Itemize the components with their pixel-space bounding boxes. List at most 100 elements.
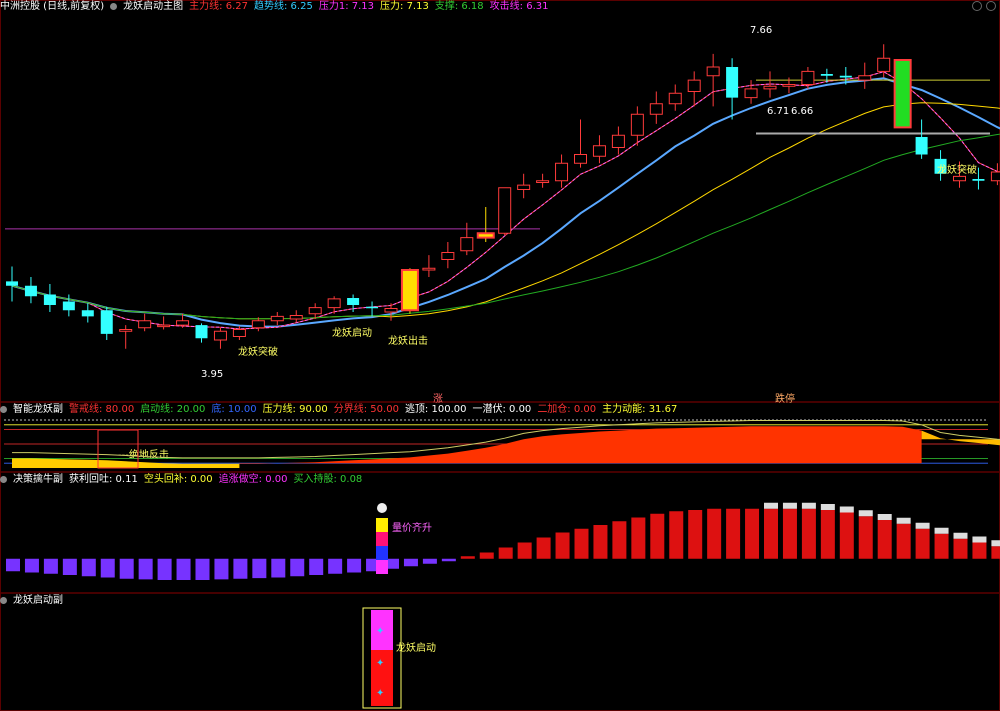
candle-body (649, 103, 663, 115)
chart-border (0, 0, 1000, 711)
sub2-bar (991, 546, 1000, 559)
sub2-bar-cap (858, 510, 873, 517)
sub2-bar-cap (877, 514, 892, 520)
candle-body (195, 325, 208, 339)
sub2-signal-block (376, 560, 388, 574)
butterfly-icon: ✦ (376, 688, 384, 699)
sub2-bar-cap (915, 522, 930, 529)
sub2-bar (214, 558, 229, 580)
candle-body (119, 329, 133, 332)
sub2-bar (138, 558, 153, 580)
sub-chart-2-header: 决策擒牛副 获利回吐: 0.11 空头回补: 0.00 追涨做空: 0.00 买入持股:… (0, 473, 374, 487)
candle-body (327, 298, 341, 309)
sub2-bar (839, 512, 854, 559)
sub2-bar (650, 513, 665, 559)
sub-chart-3: 龙妖启动 ✦ ✦ ✦ (362, 607, 436, 709)
candle-body (706, 66, 720, 77)
sub2-bar (612, 521, 627, 559)
sub2-indicator-name: 决策擒牛副 (13, 474, 63, 485)
low-price-label: 3.95 (201, 369, 223, 380)
sub2-signal-block (376, 532, 388, 546)
candle-body (100, 310, 113, 334)
sub2-bar (271, 558, 286, 578)
main-header-item: 压力1: 7.13 (318, 1, 375, 12)
window-close-icon[interactable] (986, 1, 996, 11)
sub1-top-area (921, 430, 1000, 446)
candle-body (801, 70, 815, 85)
sub2-bar (195, 558, 210, 580)
main-indicator-name: 龙妖启动主图 (123, 1, 184, 12)
sub2-bar (233, 558, 248, 579)
sub2-bar (441, 558, 456, 562)
candle-body (574, 154, 587, 164)
sub1-header-item: 二加仓: 0.00 (537, 404, 597, 415)
candle-body (990, 171, 1000, 182)
sub2-bar-cap (934, 527, 949, 534)
sub2-bar (745, 508, 760, 559)
candle-body (744, 88, 758, 99)
sub2-bar-cap (801, 502, 816, 509)
sub2-bar (309, 558, 324, 575)
sub1-header-item: 主力动能: 31.67 (602, 404, 678, 415)
sub2-bar (764, 508, 778, 559)
butterfly-icon: ✦ (376, 658, 384, 669)
sub2-bar-cap (820, 504, 835, 510)
sub2-bar (953, 538, 968, 559)
main-header-item: 支撑: 6.18 (434, 1, 484, 12)
candle-body (347, 298, 360, 305)
sub2-bar (43, 558, 58, 574)
signal-candle (400, 269, 419, 312)
sub2-bar (6, 558, 20, 572)
sub2-bar (915, 528, 930, 559)
sub1-header-item: 一潜伏: 0.00 (472, 404, 532, 415)
candle-body (43, 294, 56, 305)
sub2-signal-block (376, 518, 388, 532)
sub1-header-item: 分界线: 50.00 (333, 404, 399, 415)
sub2-bar-cap (953, 532, 968, 539)
sub2-bar (24, 558, 39, 573)
candle-body (308, 307, 322, 315)
candle-body (726, 67, 739, 98)
sub1-indicator-name: 智能龙妖副 (13, 404, 63, 415)
sub2-bar (517, 542, 532, 559)
candle-body (213, 330, 227, 341)
sub2-bar (593, 525, 608, 559)
signal-candle (476, 232, 495, 239)
exit-label: 龙妖出击 (388, 334, 428, 347)
sub2-bar (801, 508, 816, 559)
sub-chart-1-header: 智能龙妖副 警戒线: 80.00 启动线: 20.00 底: 10.00 压力线: 90… (0, 403, 689, 417)
stock-chart-canvas: 7.66 3.95 6.71 6.66 龙妖突破 龙妖启动 龙妖出击 龙妖突破 … (0, 0, 1000, 711)
sub2-bar (858, 516, 873, 559)
candle-body (460, 237, 474, 252)
candle-body (763, 85, 777, 90)
candle-body (81, 310, 94, 317)
sub2-bar (555, 532, 570, 559)
candle-body (820, 74, 833, 76)
sub2-bar (347, 558, 362, 573)
candle-body (157, 324, 171, 328)
signal-candle (893, 59, 912, 129)
candle-body (858, 75, 872, 81)
sub2-bar-cap (972, 536, 987, 543)
sub2-bar-cap (782, 502, 797, 509)
sub1-header-item: 启动线: 20.00 (140, 404, 206, 415)
candle-body (972, 179, 985, 181)
candle-body (630, 113, 644, 136)
main-header-item: 主力线: 6.27 (189, 1, 248, 12)
price-rise-label: 量价齐升 (392, 521, 432, 534)
money-bag-icon (377, 503, 387, 513)
sub2-bar (782, 508, 797, 559)
launch-sub-label: 龙妖启动 (396, 641, 436, 654)
sub2-bar (176, 558, 191, 580)
sub2-bar (877, 520, 892, 559)
candle-body (915, 137, 928, 155)
candle-body (441, 252, 455, 260)
indicator-dot-icon (0, 596, 7, 604)
sub3-indicator-name: 龙妖启动副 (13, 595, 63, 606)
sub2-bar (422, 558, 437, 564)
sub2-signal-block (376, 546, 388, 560)
sub2-header-items: 获利回吐: 0.11 空头回补: 0.00 追涨做空: 0.00 买入持股: 0.08 (69, 474, 368, 485)
window-restore-icon[interactable] (972, 1, 982, 11)
main-chart-candles (6, 44, 1000, 349)
reversal-label: ---绝地反击 (118, 448, 169, 461)
